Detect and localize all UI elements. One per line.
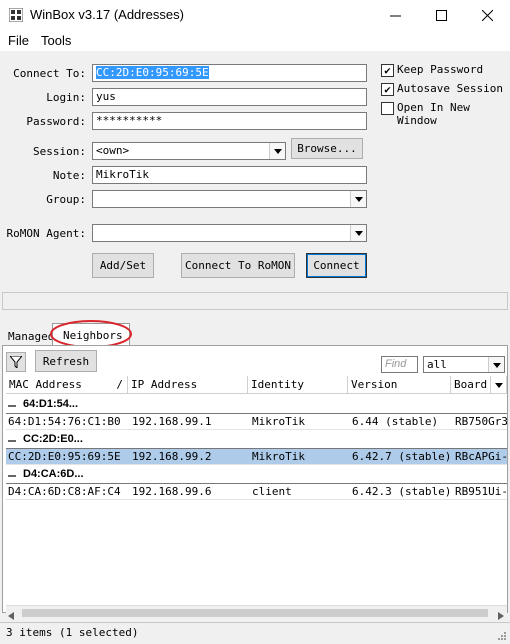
column-header-ip[interactable]: IP Address xyxy=(128,376,248,394)
chevron-down-icon[interactable] xyxy=(350,191,366,207)
cell-ip: 192.168.99.2 xyxy=(132,450,212,463)
find-input[interactable]: Find xyxy=(381,356,418,373)
group-header-label: CC:2D:E0... xyxy=(23,433,83,445)
group-header[interactable]: 64:D1:54... xyxy=(6,397,507,414)
romon-agent-label: RoMON Agent: xyxy=(6,227,86,240)
cell-board: RB750Gr3 xyxy=(455,415,507,428)
cell-version: 6.42.3 (stable) xyxy=(352,485,452,498)
session-label: Session: xyxy=(33,145,86,158)
password-input[interactable]: ********** xyxy=(92,112,367,130)
column-header-identity[interactable]: Identity xyxy=(248,376,348,394)
table-row[interactable]: CC:2D:E0:95:69:5E 192.168.99.2 MikroTik 6.4… xyxy=(6,449,507,465)
keep-password-checkbox[interactable]: ✔ xyxy=(381,64,394,77)
cell-ip: 192.168.99.6 xyxy=(132,485,212,498)
table-row[interactable]: D4:CA:6D:C8:AF:C4 192.168.99.6 client 6.42.… xyxy=(6,484,507,500)
cell-version: 6.44 (stable) xyxy=(352,415,439,428)
password-label: Password: xyxy=(26,115,86,128)
open-in-new-window-label: Open In New Window xyxy=(397,101,470,127)
sort-icon: / xyxy=(116,378,123,391)
note-input[interactable]: MikroTik xyxy=(92,166,367,184)
checkmark-icon: ✔ xyxy=(384,83,391,96)
funnel-icon xyxy=(10,356,22,368)
romon-agent-select[interactable] xyxy=(92,224,367,242)
filter-value: all xyxy=(427,358,447,371)
scrollbar-thumb[interactable] xyxy=(22,609,488,617)
session-value: <own> xyxy=(96,144,130,157)
autosave-session-checkbox[interactable]: ✔ xyxy=(381,83,394,96)
close-icon xyxy=(481,9,493,21)
close-button[interactable] xyxy=(464,0,510,30)
cell-identity: client xyxy=(252,485,292,498)
chevron-down-icon xyxy=(494,382,503,388)
column-header-mac-label: MAC Address xyxy=(9,378,82,391)
open-in-new-window-checkbox[interactable] xyxy=(381,102,394,115)
cell-identity: MikroTik xyxy=(252,415,305,428)
connect-to-label: Connect To: xyxy=(13,67,86,80)
browse-button[interactable]: Browse... xyxy=(291,138,363,159)
add-set-button[interactable]: Add/Set xyxy=(92,253,154,278)
column-header-mac[interactable]: MAC Address / xyxy=(6,376,128,394)
tab-managed[interactable]: Managed xyxy=(8,330,54,343)
neighbors-table: 64:D1:54... 64:D1:54:76:C1:B0 192.168.99.1… xyxy=(6,395,507,605)
cell-identity: MikroTik xyxy=(252,450,305,463)
group-label: Group: xyxy=(46,193,86,206)
filter-button[interactable] xyxy=(6,352,26,372)
collapse-icon[interactable] xyxy=(8,440,16,442)
message-bar xyxy=(2,292,508,310)
minimize-icon xyxy=(389,15,401,16)
menu-file[interactable]: File xyxy=(8,33,29,48)
window-title: WinBox v3.17 (Addresses) xyxy=(30,7,184,22)
horizontal-scrollbar[interactable] xyxy=(6,605,507,620)
cell-mac: D4:CA:6D:C8:AF:C4 xyxy=(8,485,121,498)
cell-board: RBcAPGi-5 xyxy=(455,450,507,463)
group-header-label: 64:D1:54... xyxy=(23,398,79,410)
columns-menu-button[interactable] xyxy=(491,376,507,394)
login-label: Login: xyxy=(46,91,86,104)
collapse-icon[interactable] xyxy=(8,405,16,407)
table-row[interactable]: 64:D1:54:76:C1:B0 192.168.99.1 MikroTik 6.4… xyxy=(6,414,507,430)
menu-bar xyxy=(0,30,510,52)
checkmark-icon: ✔ xyxy=(384,64,391,77)
group-select[interactable] xyxy=(92,190,367,208)
group-header[interactable]: CC:2D:E0... xyxy=(6,432,507,449)
chevron-down-icon[interactable] xyxy=(488,357,504,372)
login-input[interactable]: yus xyxy=(92,88,367,106)
connect-to-input[interactable]: CC:2D:E0:95:69:5E xyxy=(92,64,367,82)
resize-grip-icon[interactable] xyxy=(496,630,506,643)
column-header-version[interactable]: Version xyxy=(348,376,451,394)
collapse-icon[interactable] xyxy=(8,475,16,477)
refresh-button[interactable]: Refresh xyxy=(35,350,97,372)
minimize-button[interactable] xyxy=(372,0,418,30)
cell-board: RB951Ui-2 xyxy=(455,485,507,498)
keep-password-label: Keep Password xyxy=(397,63,484,76)
maximize-button[interactable] xyxy=(418,0,464,30)
cell-mac: 64:D1:54:76:C1:B0 xyxy=(8,415,121,428)
cell-version: 6.42.7 (stable) xyxy=(352,450,452,463)
connect-to-value: CC:2D:E0:95:69:5E xyxy=(96,66,209,79)
autosave-session-label: Autosave Session xyxy=(397,82,503,95)
note-label: Note: xyxy=(52,169,86,182)
status-text: 3 items (1 selected) xyxy=(6,626,139,639)
connect-to-romon-button[interactable]: Connect To RoMON xyxy=(181,253,295,278)
session-select[interactable]: <own> xyxy=(92,142,286,160)
chevron-down-icon[interactable] xyxy=(269,143,285,159)
menu-tools[interactable]: Tools xyxy=(41,33,71,48)
column-header-board[interactable]: Board xyxy=(451,376,491,394)
maximize-icon xyxy=(435,9,447,21)
connect-button[interactable]: Connect xyxy=(306,253,367,278)
cell-mac: CC:2D:E0:95:69:5E xyxy=(8,450,121,463)
group-header[interactable]: D4:CA:6D... xyxy=(6,467,507,484)
winbox-app-icon xyxy=(9,8,23,22)
filter-select[interactable]: all xyxy=(423,356,505,373)
cell-ip: 192.168.99.1 xyxy=(132,415,212,428)
chevron-down-icon[interactable] xyxy=(350,225,366,241)
group-header-label: D4:CA:6D... xyxy=(23,468,84,480)
